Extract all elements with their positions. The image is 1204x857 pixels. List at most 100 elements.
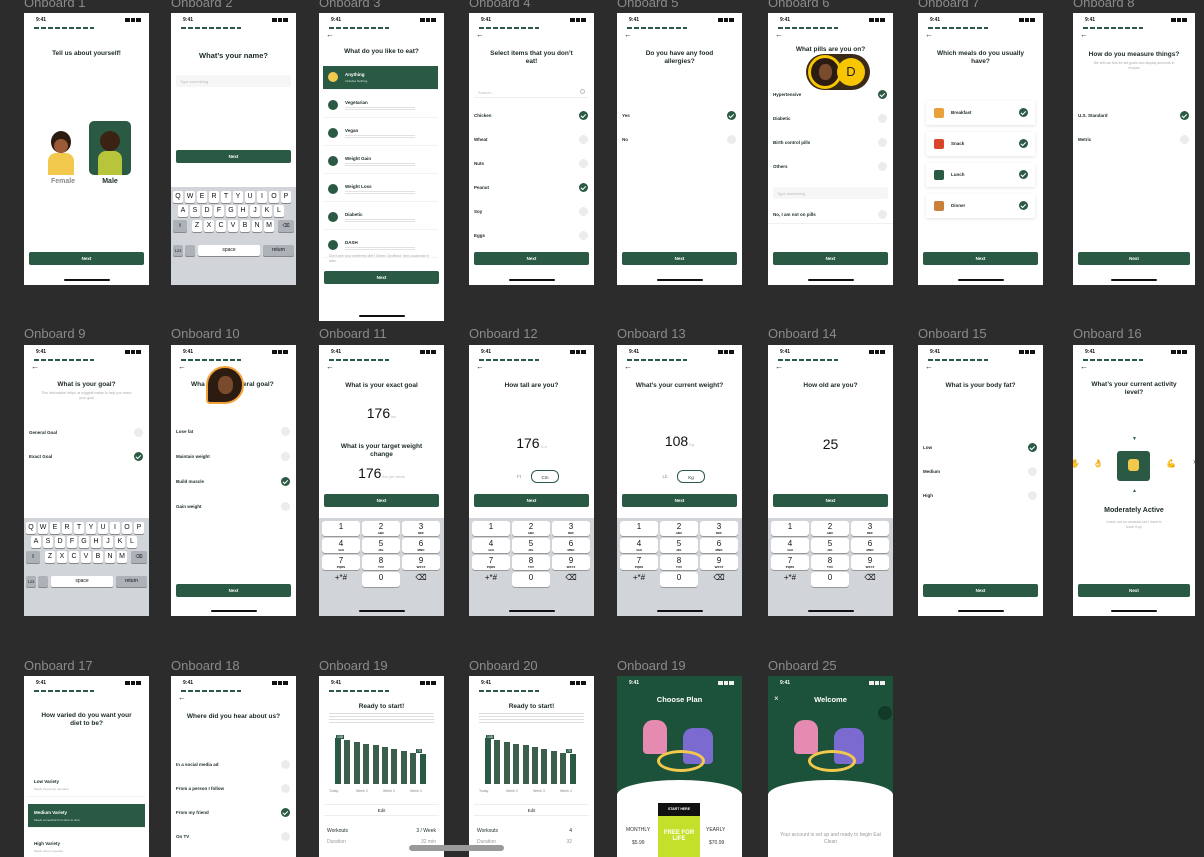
back-arrow-icon[interactable]: ← xyxy=(178,362,186,371)
frame-onboard-25[interactable]: 9:41 × Welcome Your account is set up an… xyxy=(768,676,893,857)
list-item[interactable]: Nuts xyxy=(469,155,594,173)
frame-onboard-18[interactable]: 9:41 ← Where did you hear about us? In a… xyxy=(171,676,296,857)
numpad-key-7[interactable]: 7 PQRS xyxy=(771,555,809,570)
key-g[interactable]: G xyxy=(226,205,236,217)
numpad-key-1[interactable]: 1 xyxy=(771,521,809,536)
numpad-key-7[interactable]: 7 PQRS xyxy=(322,555,360,570)
key-v[interactable]: V xyxy=(228,220,238,232)
activity-low-icon[interactable]: ✋ xyxy=(1073,459,1080,468)
frame-onboard-7[interactable]: 9:41 ← Which meals do you usually have? … xyxy=(918,13,1043,285)
numpad-key-symbols[interactable]: +*# xyxy=(322,572,360,587)
frame-onboard-2[interactable]: 9:41 What’s your name? Type something Ne… xyxy=(171,13,296,285)
numpad-key-0[interactable]: 0 xyxy=(362,572,400,587)
key-n[interactable]: N xyxy=(252,220,262,232)
key-h[interactable]: H xyxy=(238,205,248,217)
numpad-key-delete[interactable]: ⌫ xyxy=(552,572,590,587)
key-f[interactable]: F xyxy=(67,536,77,548)
numpad-key-0[interactable]: 0 xyxy=(660,572,698,587)
back-arrow-icon[interactable]: ← xyxy=(476,30,484,39)
female-option[interactable] xyxy=(42,123,80,175)
numpad-key-4[interactable]: 4 GHI xyxy=(322,538,360,553)
meal-item[interactable]: Snack xyxy=(926,132,1035,156)
key-b[interactable]: B xyxy=(240,220,250,232)
key-t[interactable]: T xyxy=(74,522,84,534)
numpad-key-delete[interactable]: ⌫ xyxy=(402,572,440,587)
list-item[interactable]: In a social media ad xyxy=(171,756,296,774)
checked-icon[interactable] xyxy=(1019,201,1028,210)
checked-icon[interactable] xyxy=(1019,170,1028,179)
name-input[interactable]: Type something xyxy=(176,75,291,87)
meal-item[interactable]: Breakfast xyxy=(926,101,1035,125)
unchecked-icon[interactable] xyxy=(579,231,588,240)
key-l[interactable]: L xyxy=(274,205,284,217)
key-x[interactable]: X xyxy=(204,220,214,232)
key-p[interactable]: P xyxy=(281,191,291,203)
frame-onboard-16[interactable]: 9:41 ← What’s your current activity leve… xyxy=(1073,345,1195,616)
next-button[interactable]: Next xyxy=(324,494,439,507)
flexed-arm-icon[interactable]: 💪 xyxy=(1166,459,1176,468)
frame-onboard-11[interactable]: 9:41 ← What is your exact goal 176lbs Wh… xyxy=(319,345,444,616)
checked-icon[interactable] xyxy=(1028,443,1037,452)
numpad-key-4[interactable]: 4 GHI xyxy=(771,538,809,553)
numpad-key-delete[interactable]: ⌫ xyxy=(700,572,738,587)
next-button[interactable]: Next xyxy=(773,494,888,507)
list-item[interactable]: Build muscle xyxy=(171,473,296,491)
key-q[interactable]: Q xyxy=(26,522,36,534)
goal-weight-value[interactable]: 176lbs xyxy=(319,405,444,421)
numpad-key-symbols[interactable]: +*# xyxy=(771,572,809,587)
list-item[interactable]: Low xyxy=(918,439,1043,457)
numpad-key-3[interactable]: 3 DEF xyxy=(552,521,590,536)
unchecked-icon[interactable] xyxy=(878,114,887,123)
variety-option[interactable]: High Variety Meals rarely repeated xyxy=(28,835,145,857)
checked-icon[interactable] xyxy=(1019,139,1028,148)
key-j[interactable]: J xyxy=(103,536,113,548)
back-arrow-icon[interactable]: ← xyxy=(31,362,39,371)
numpad-key-3[interactable]: 3 DEF xyxy=(402,521,440,536)
height-value[interactable]: 176Cm xyxy=(469,435,594,451)
key-f[interactable]: F xyxy=(214,205,224,217)
back-arrow-icon[interactable]: ← xyxy=(925,30,933,39)
next-button[interactable]: Next xyxy=(176,150,291,163)
free-plan-option[interactable]: FREE FOR LIFE xyxy=(658,816,700,857)
checked-icon[interactable] xyxy=(579,111,588,120)
frame-onboard-8[interactable]: 9:41 ← How do you measure things? We wil… xyxy=(1073,13,1195,285)
numpad-key-6[interactable]: 6 MNO xyxy=(700,538,738,553)
numpad-key-4[interactable]: 4 GHI xyxy=(620,538,658,553)
numpad-key-2[interactable]: 2 ABC xyxy=(362,521,400,536)
unit-cm-option[interactable]: Cm xyxy=(531,470,559,483)
delete-key[interactable]: ⌫ xyxy=(131,551,147,563)
diet-option[interactable]: Vegetarian xyxy=(323,94,438,118)
next-button[interactable]: Next xyxy=(923,252,1038,265)
canvas-scrollbar[interactable] xyxy=(409,845,504,851)
numpad-key-3[interactable]: 3 DEF xyxy=(700,521,738,536)
male-option[interactable] xyxy=(89,121,131,175)
diet-option[interactable]: Diabetic xyxy=(323,206,438,230)
key-n[interactable]: N xyxy=(105,551,115,563)
numpad-key-9[interactable]: 9 WXYZ xyxy=(402,555,440,570)
key-w[interactable]: W xyxy=(185,191,195,203)
numpad-key-2[interactable]: 2 ABC xyxy=(660,521,698,536)
frame-onboard-9[interactable]: 9:41 ← What is your goal? This informati… xyxy=(24,345,149,616)
key-d[interactable]: D xyxy=(202,205,212,217)
age-value[interactable]: 25 xyxy=(768,436,893,452)
key-r[interactable]: R xyxy=(209,191,219,203)
list-item[interactable]: On TV xyxy=(171,828,296,846)
key-k[interactable]: K xyxy=(262,205,272,217)
frame-onboard-17[interactable]: 9:41 How varied do you want your diet to… xyxy=(24,676,149,857)
next-button[interactable]: Next xyxy=(176,584,291,597)
key-b[interactable]: B xyxy=(93,551,103,563)
search-input[interactable]: Search... xyxy=(474,86,589,98)
numpad-key-9[interactable]: 9 WXYZ xyxy=(552,555,590,570)
diet-option[interactable]: DASH xyxy=(323,234,438,258)
variety-option[interactable]: Medium Variety Meals somewhat from time t… xyxy=(28,804,145,828)
key-h[interactable]: H xyxy=(91,536,101,548)
unit-ft-option[interactable]: Ft xyxy=(509,472,529,482)
diet-option[interactable]: Weight Loss xyxy=(323,178,438,202)
unchecked-icon[interactable] xyxy=(727,135,736,144)
none-option[interactable]: No, I am not on pills xyxy=(768,206,893,224)
checked-icon[interactable] xyxy=(727,111,736,120)
key-u[interactable]: U xyxy=(245,191,255,203)
key-y[interactable]: Y xyxy=(233,191,243,203)
next-button[interactable]: Next xyxy=(622,494,737,507)
checked-icon[interactable] xyxy=(134,452,143,461)
